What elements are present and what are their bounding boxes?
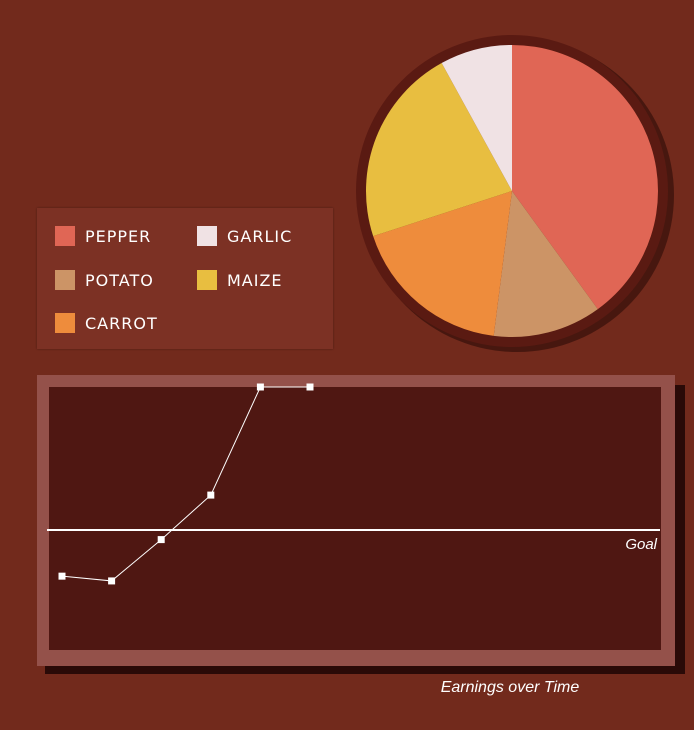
data-point-1 bbox=[58, 572, 66, 580]
plot-area bbox=[49, 387, 661, 650]
data-point-5 bbox=[256, 383, 264, 391]
data-point-3 bbox=[157, 536, 165, 544]
data-point-6 bbox=[306, 383, 314, 391]
goal-label: Goal bbox=[625, 536, 657, 553]
data-point-2 bbox=[108, 577, 116, 585]
data-point-4 bbox=[207, 491, 215, 499]
line-chart bbox=[37, 375, 685, 674]
chart-title: Earnings over Time bbox=[440, 679, 580, 696]
